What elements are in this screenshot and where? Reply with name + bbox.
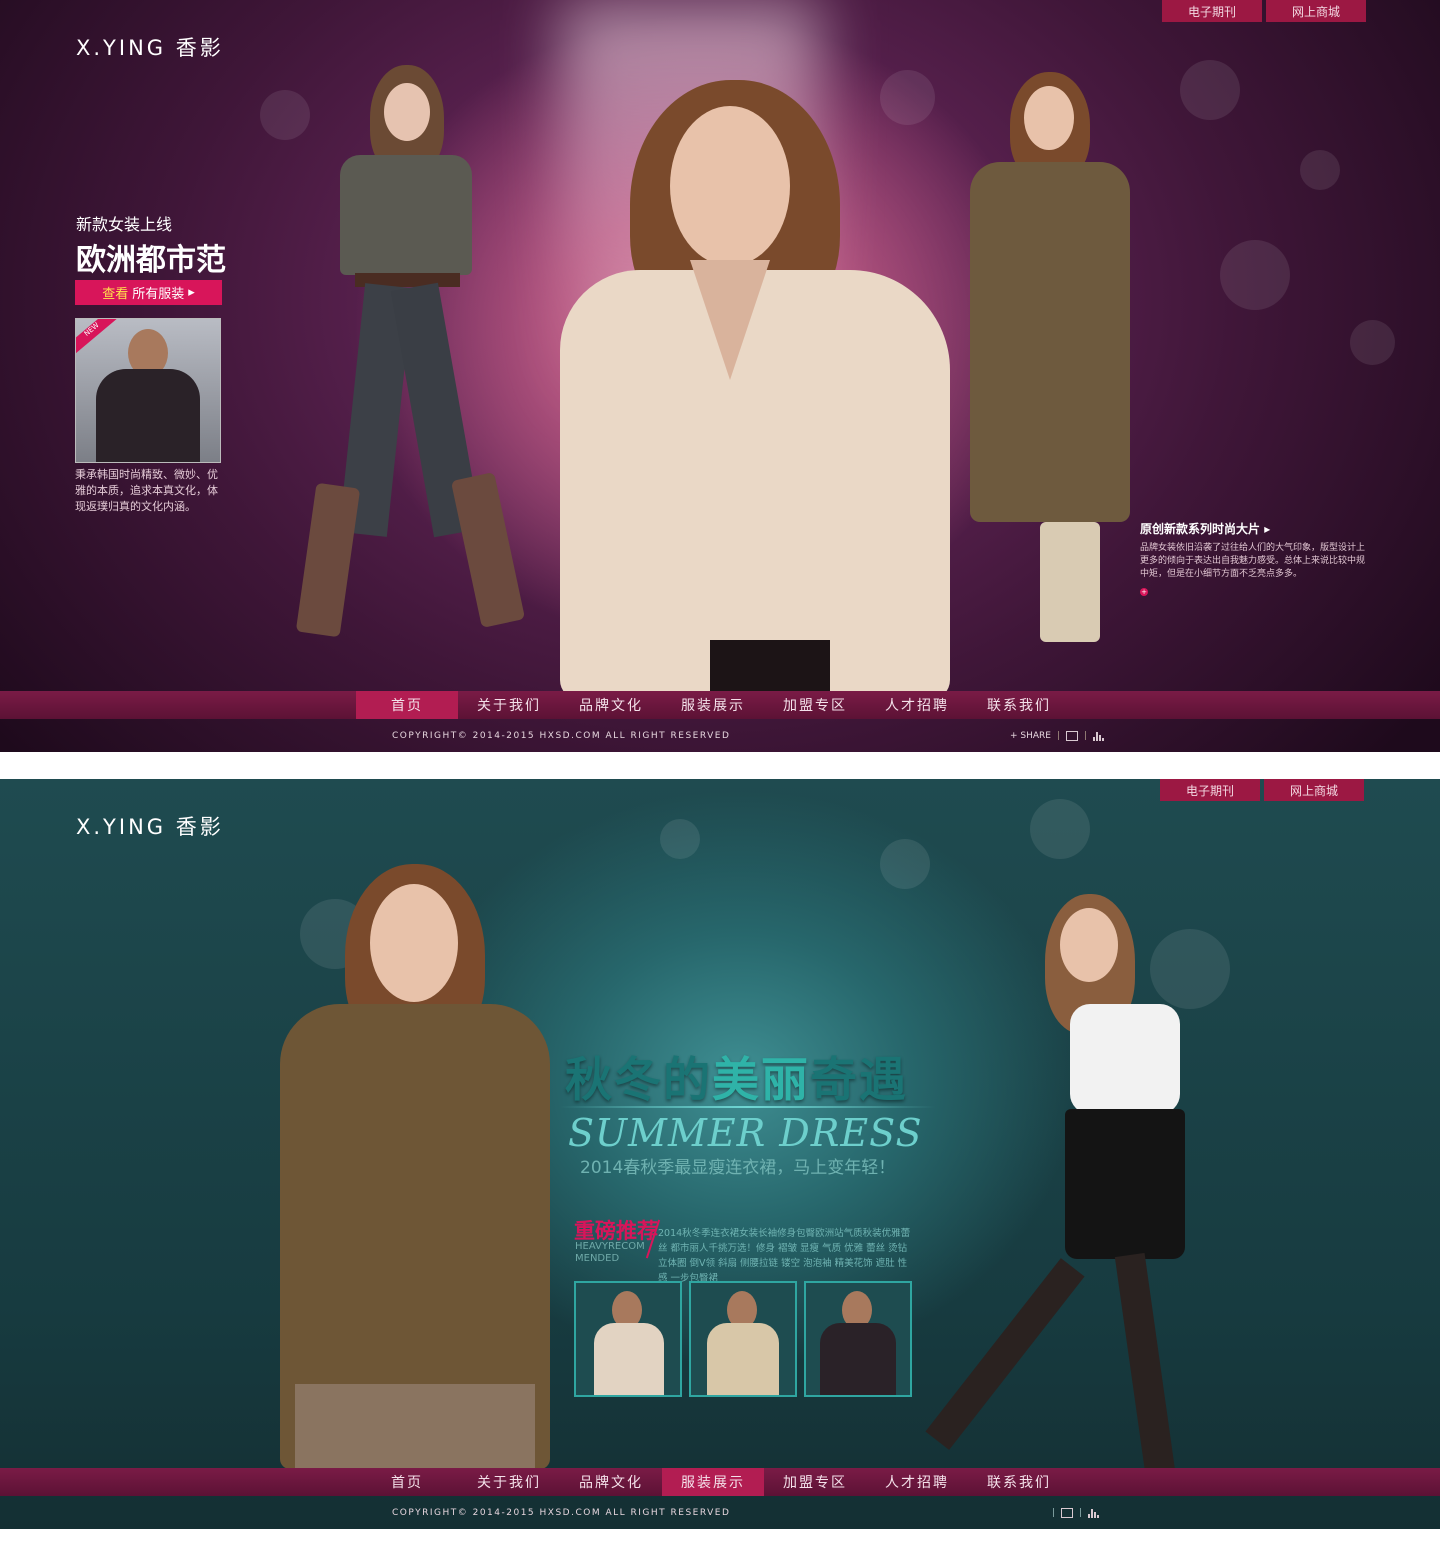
nav-clothing[interactable]: 服装展示 (662, 1468, 764, 1496)
brand-logo[interactable]: X.YING 香影 (76, 32, 224, 62)
nav-careers[interactable]: 人才招聘 (866, 1468, 968, 1496)
nav-items: 首页 关于我们 品牌文化 服装展示 加盟专区 人才招聘 联系我们 (356, 691, 1070, 719)
copyright-text: COPYRIGHT© 2014-2015 HXSD.COM ALL RIGHT … (392, 731, 731, 741)
promo-title: 欧洲都市范 (76, 243, 226, 278)
stats-icon[interactable] (1088, 1508, 1100, 1518)
product-thumbnail[interactable] (574, 1281, 682, 1397)
collection-description: 品牌女装依旧沿袭了过往给人们的大气印象，版型设计上更多的倾向于表达出自我魅力感受… (1140, 543, 1366, 579)
recommend-english: HEAVYRECOM MENDED (575, 1241, 645, 1264)
bokeh-light (880, 839, 930, 889)
button-highlight: 查看 (102, 287, 129, 302)
product-thumbnail[interactable] (804, 1281, 912, 1397)
share-label: SHARE (1020, 731, 1051, 741)
bokeh-light (1220, 240, 1290, 310)
new-arrival-thumbnail[interactable]: NEW (75, 318, 221, 463)
footer-bar: COPYRIGHT© 2014-2015 HXSD.COM ALL RIGHT … (0, 720, 1440, 752)
share-group: | | (1052, 1508, 1100, 1518)
top-link-online-store[interactable]: 网上商城 (1264, 779, 1364, 801)
new-badge: NEW (76, 319, 124, 359)
nav-careers[interactable]: 人才招聘 (866, 691, 968, 719)
banner-panel-2: X.YING 香影 电子期刊 网上商城 秋冬的美丽奇遇 SUMMER DRESS… (0, 779, 1440, 1529)
nav-franchise[interactable]: 加盟专区 (764, 691, 866, 719)
nav-brand-culture[interactable]: 品牌文化 (560, 1468, 662, 1496)
nav-clothing[interactable]: 服装展示 (662, 691, 764, 719)
bokeh-light (660, 819, 700, 859)
top-link-emagazine[interactable]: 电子期刊 (1162, 0, 1262, 22)
nav-franchise[interactable]: 加盟专区 (764, 1468, 866, 1496)
more-plus-icon[interactable]: + (1140, 588, 1148, 596)
bokeh-light (1350, 320, 1395, 365)
footer-bar: COPYRIGHT© 2014-2015 HXSD.COM ALL RIGHT … (0, 1497, 1440, 1529)
brand-logo[interactable]: X.YING 香影 (76, 811, 224, 841)
main-nav: 首页 关于我们 品牌文化 服装展示 加盟专区 人才招聘 联系我们 (0, 691, 1440, 719)
nav-home[interactable]: 首页 (356, 1468, 458, 1496)
nav-items: 首页 关于我们 品牌文化 服装展示 加盟专区 人才招聘 联系我们 (356, 1468, 1070, 1496)
top-link-online-store[interactable]: 网上商城 (1266, 0, 1366, 22)
nav-home[interactable]: 首页 (356, 691, 458, 719)
image-icon[interactable] (1061, 1508, 1074, 1518)
divider-line (560, 1106, 935, 1108)
top-links: 电子期刊 网上商城 (1160, 779, 1364, 801)
model-photo-right (925, 894, 1280, 1484)
nav-brand-culture[interactable]: 品牌文化 (560, 691, 662, 719)
bokeh-light (1300, 150, 1340, 190)
product-thumbnail[interactable] (689, 1281, 797, 1397)
share-button[interactable]: + SHARE (1010, 731, 1051, 741)
model-photo-right (960, 72, 1140, 644)
collection-title-link[interactable]: 原创新款系列时尚大片 ▸ (1140, 520, 1270, 537)
button-label: 所有服装 (132, 287, 185, 302)
headline-part: 秋冬的 (565, 1053, 712, 1108)
top-links: 电子期刊 网上商城 (1162, 0, 1366, 22)
banner-panel-1: X.YING 香影 电子期刊 网上商城 新款女装上线 欧洲都市范 查看 所有服装… (0, 0, 1440, 752)
nav-about[interactable]: 关于我们 (458, 1468, 560, 1496)
model-photo-center (540, 80, 960, 700)
copyright-text: COPYRIGHT© 2014-2015 HXSD.COM ALL RIGHT … (392, 1508, 731, 1518)
model-photo-left (275, 864, 555, 1469)
subheadline: 2014春秋季最显瘦连衣裙，马上变年轻！ (580, 1158, 896, 1178)
nav-contact[interactable]: 联系我们 (968, 1468, 1070, 1496)
play-arrow-icon: ▸ (1264, 522, 1271, 536)
model-photo-left (295, 65, 526, 645)
play-arrow-icon: ▸ (188, 285, 195, 300)
headline-highlight: 美丽 (712, 1053, 810, 1108)
nav-about[interactable]: 关于我们 (458, 691, 560, 719)
main-nav: 首页 关于我们 品牌文化 服装展示 加盟专区 人才招聘 联系我们 (0, 1468, 1440, 1496)
promo-subtitle: 新款女装上线 (76, 215, 173, 234)
top-link-emagazine[interactable]: 电子期刊 (1160, 779, 1260, 801)
nav-contact[interactable]: 联系我们 (968, 691, 1070, 719)
promo-description: 秉承韩国时尚精致、微妙、优雅的本质，追求本真文化，体现返璞归真的文化内涵。 (75, 468, 218, 513)
recommend-description: 2014秋冬季连衣裙女装长袖修身包臀欧洲站气质秋装优雅蕾丝 都市丽人千挑万选！修… (658, 1228, 911, 1284)
bokeh-light (1180, 60, 1240, 120)
image-icon[interactable] (1066, 731, 1079, 741)
headline-part: 奇遇 (810, 1053, 908, 1108)
bokeh-light (1030, 799, 1090, 859)
share-group: + SHARE | | (1010, 731, 1105, 741)
english-title: SUMMER DRESS (568, 1111, 923, 1155)
stats-icon[interactable] (1093, 731, 1105, 741)
headline: 秋冬的美丽奇遇 (565, 1041, 908, 1110)
collection-title: 原创新款系列时尚大片 (1140, 522, 1261, 536)
view-all-clothing-button[interactable]: 查看 所有服装 ▸ (75, 280, 222, 305)
